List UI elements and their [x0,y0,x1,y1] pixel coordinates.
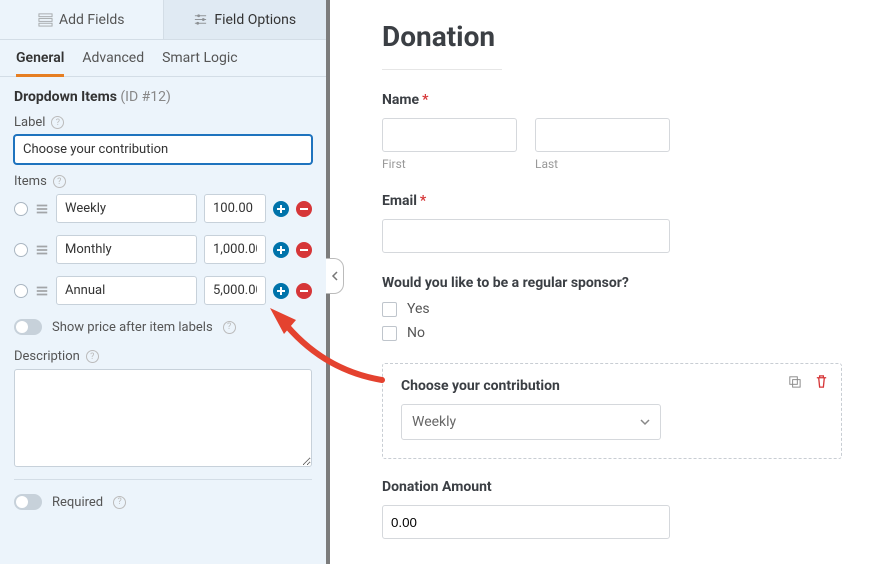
field-block-actions [787,374,829,389]
panel-title-prefix: Dropdown Items [14,89,117,105]
required-mark: * [420,193,426,209]
help-icon[interactable]: ? [86,350,99,363]
help-icon[interactable]: ? [113,496,126,509]
show-price-row: Show price after item labels ? [14,319,312,335]
show-price-toggle[interactable] [14,319,42,335]
item-row [14,276,312,305]
form-title: Donation [382,20,842,53]
donation-amount-input[interactable] [382,505,670,539]
name-row: First Last [382,118,842,171]
required-mark: * [422,92,428,108]
item-delete-button[interactable] [296,201,312,217]
item-add-button[interactable] [273,242,289,258]
sidebar-collapse-handle[interactable] [326,258,344,294]
contribution-select[interactable]: Weekly [401,404,661,440]
minus-icon [299,286,309,296]
form-preview: Donation Name* First Last Email* Would y… [334,0,880,564]
description-textarea[interactable] [14,369,312,467]
name-field: Name* First Last [382,92,842,171]
chevron-left-icon [331,271,339,281]
help-icon[interactable]: ? [223,321,236,334]
item-delete-button[interactable] [296,242,312,258]
field-options-panel: Dropdown Items (ID #12) Label ? Items ? [0,77,326,564]
contribution-selected: Weekly [401,404,661,440]
checkbox-icon [382,302,397,317]
label-caption: Label [14,115,45,130]
sub-tab-smart-logic[interactable]: Smart Logic [162,50,237,76]
plus-icon [276,286,286,296]
items-caption: Items [14,174,47,189]
panel-divider [14,479,312,480]
title-rule [382,69,502,70]
item-row [14,235,312,264]
last-sublabel: Last [535,157,670,171]
help-icon[interactable]: ? [53,175,66,188]
sub-tab-general[interactable]: General [16,50,64,76]
item-delete-button[interactable] [296,283,312,299]
drag-handle-icon[interactable] [35,243,49,257]
contribution-field-block[interactable]: Choose your contribution Weekly [382,363,842,459]
sub-tab-advanced[interactable]: Advanced [82,50,144,76]
email-input[interactable] [382,219,670,253]
last-name-input[interactable] [535,118,670,152]
email-label: Email* [382,193,842,209]
required-label: Required [52,495,103,510]
item-label-input[interactable] [56,235,197,264]
sponsor-option-yes[interactable]: Yes [382,301,842,317]
item-value-input[interactable] [204,235,266,264]
drag-handle-icon[interactable] [35,284,49,298]
sponsor-label: Would you like to be a regular sponsor? [382,275,842,291]
sliders-icon [193,12,208,27]
panel-title: Dropdown Items (ID #12) [14,89,312,105]
plus-icon [276,204,286,214]
item-value-input[interactable] [204,276,266,305]
contribution-label: Choose your contribution [401,378,823,394]
item-value-input[interactable] [204,194,266,223]
donation-amount-field: Donation Amount [382,479,842,539]
first-sublabel: First [382,157,517,171]
minus-icon [299,204,309,214]
minus-icon [299,245,309,255]
label-caption-row: Label ? [14,115,312,130]
item-add-button[interactable] [273,201,289,217]
tab-field-options-label: Field Options [214,12,296,28]
tab-add-fields[interactable]: Add Fields [0,0,164,39]
sidebar: Add Fields Field Options General Advance… [0,0,330,564]
items-caption-row: Items ? [14,174,312,189]
first-name-input[interactable] [382,118,517,152]
sponsor-field: Would you like to be a regular sponsor? … [382,275,842,341]
description-caption-row: Description ? [14,349,312,364]
panel-title-id: (ID #12) [120,89,171,105]
item-add-button[interactable] [273,283,289,299]
grid-icon [38,12,53,27]
item-default-radio[interactable] [14,202,28,216]
tab-add-fields-label: Add Fields [59,12,125,28]
label-input[interactable] [14,135,312,164]
description-caption: Description [14,349,80,364]
duplicate-icon[interactable] [787,374,802,389]
plus-icon [276,245,286,255]
name-label: Name* [382,92,842,108]
email-field: Email* [382,193,842,253]
sub-tabs: General Advanced Smart Logic [0,40,326,77]
tab-field-options[interactable]: Field Options [164,0,327,39]
item-label-input[interactable] [56,276,197,305]
item-row [14,194,312,223]
required-toggle[interactable] [14,494,42,510]
donation-amount-label: Donation Amount [382,479,842,495]
item-label-input[interactable] [56,194,197,223]
sponsor-option-no[interactable]: No [382,325,842,341]
item-default-radio[interactable] [14,284,28,298]
help-icon[interactable]: ? [51,116,64,129]
drag-handle-icon[interactable] [35,202,49,216]
required-row: Required ? [14,494,312,510]
top-tabs: Add Fields Field Options [0,0,326,40]
checkbox-icon [382,326,397,341]
item-default-radio[interactable] [14,243,28,257]
trash-icon[interactable] [814,374,829,389]
show-price-label: Show price after item labels [52,320,213,335]
